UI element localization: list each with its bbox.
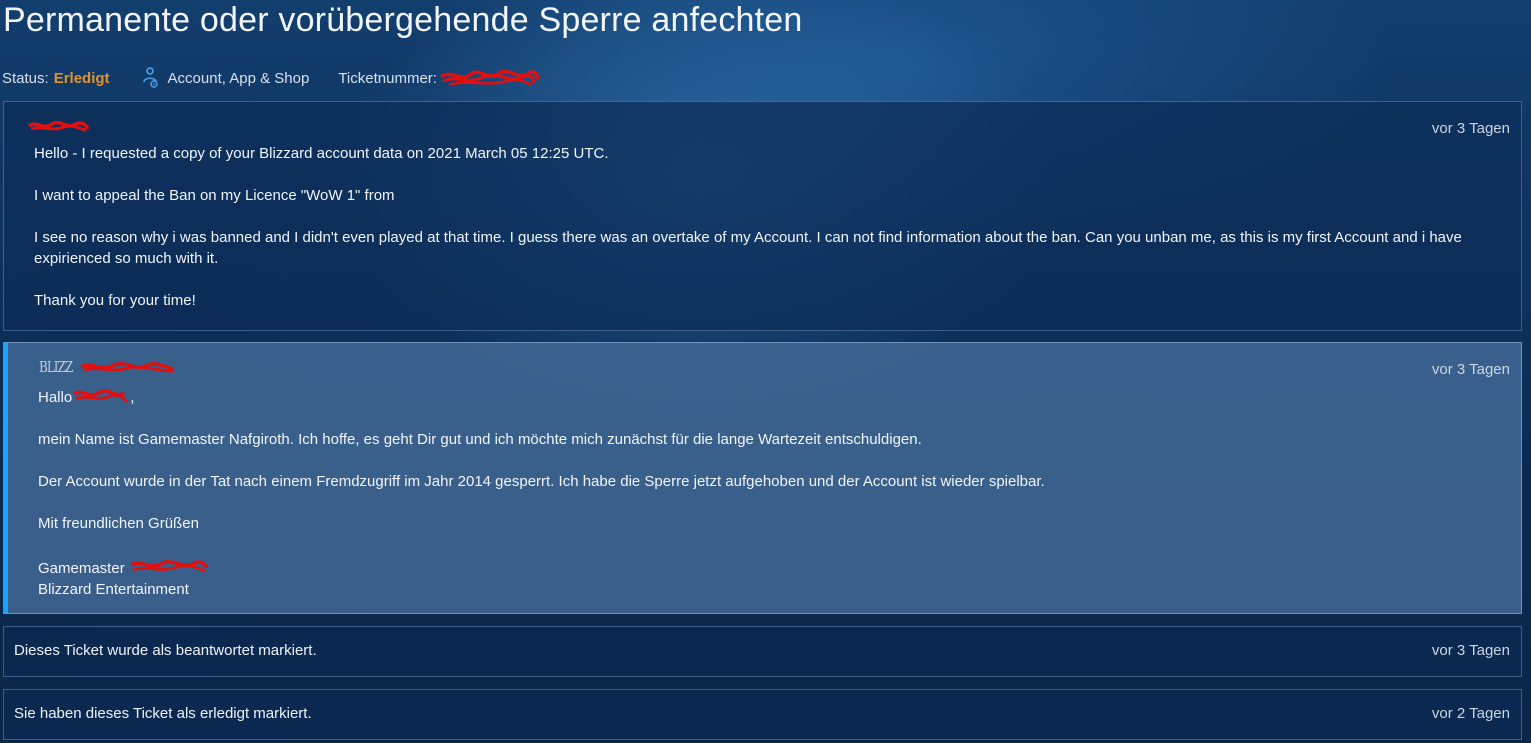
message-paragraph: I see no reason why i was banned and I d… xyxy=(34,229,1462,267)
ticket-number-label: Ticketnummer: xyxy=(338,69,437,87)
message-paragraph: mein Name ist Gamemaster Nafgiroth. Ich … xyxy=(38,431,922,448)
message-paragraph: Der Account wurde in der Tat nach einem … xyxy=(38,473,1045,490)
message-body: Hallo , mein Name ist Gamemaster Nafgiro… xyxy=(38,384,1491,600)
status-label: Status: xyxy=(2,69,49,87)
event-text: Dieses Ticket wurde als beantwortet mark… xyxy=(14,642,317,659)
message-paragraph: Thank you for your time! xyxy=(34,292,196,309)
customer-message: vor 3 Tagen Hello - I requested a copy o… xyxy=(3,101,1522,331)
redacted-staff-name xyxy=(80,362,175,373)
event-timestamp: vor 3 Tagen xyxy=(1431,642,1510,659)
staff-message: BLIZZ vor 3 Tagen Hallo , mein Name ist … xyxy=(3,342,1522,614)
message-timestamp: vor 3 Tagen xyxy=(1431,361,1510,378)
event-text: Sie haben dieses Ticket als erledigt mar… xyxy=(14,705,312,722)
ticket-meta-bar: Status: Erledigt Account, App & Shop Tic… xyxy=(2,67,541,89)
category: Account, App & Shop xyxy=(142,67,310,89)
event-timestamp: vor 2 Tagen xyxy=(1431,705,1510,722)
greeting-text: Hallo xyxy=(38,389,73,406)
redacted-customer-name xyxy=(73,389,129,403)
signature-company: Blizzard Entertainment xyxy=(38,581,189,598)
message-timestamp: vor 3 Tagen xyxy=(1431,120,1510,137)
message-paragraph: Mit freundlichen Grüßen xyxy=(38,515,199,532)
greeting-end: , xyxy=(130,389,135,406)
category-label: Account, App & Shop xyxy=(167,69,310,87)
staff-author: BLIZZ xyxy=(39,357,178,377)
ticket-event: Dieses Ticket wurde als beantwortet mark… xyxy=(3,626,1522,677)
message-greeting: Hallo , xyxy=(38,384,1491,408)
person-gear-icon xyxy=(142,67,158,88)
status-value: Erledigt xyxy=(53,69,110,87)
message-paragraph: I want to appeal the Ban on my Licence "… xyxy=(34,187,395,204)
signature-title: Gamemaster xyxy=(38,560,125,577)
redacted-author-name xyxy=(27,120,89,132)
redacted-ticket-number xyxy=(439,69,539,87)
message-paragraph: Hello - I requested a copy of your Blizz… xyxy=(34,145,609,162)
blizzard-staff-logo: BLIZZ xyxy=(39,358,73,376)
message-body: Hello - I requested a copy of your Blizz… xyxy=(34,143,1491,311)
redacted-gamemaster-name xyxy=(129,560,208,573)
ticket-event: Sie haben dieses Ticket als erledigt mar… xyxy=(3,689,1522,740)
page-title: Permanente oder vorübergehende Sperre an… xyxy=(3,1,803,39)
message-signature: Gamemaster Blizzard Entertainment xyxy=(38,555,1491,600)
